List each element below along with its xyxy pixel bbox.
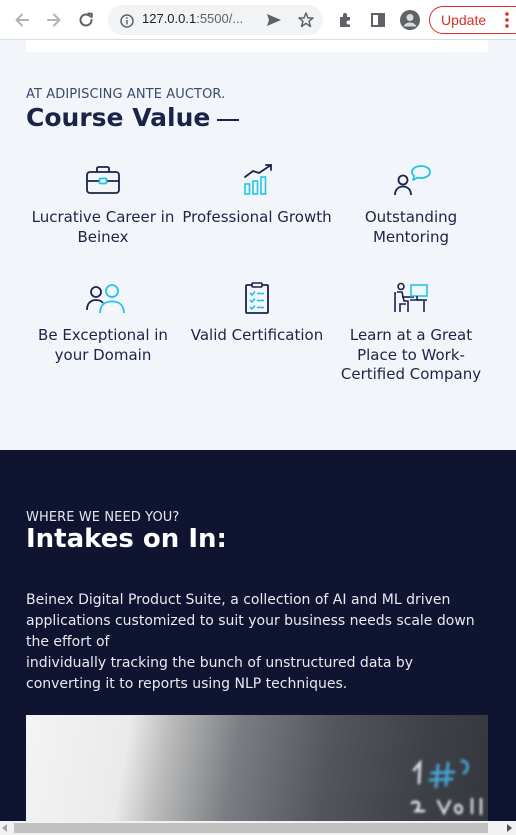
address-bar[interactable]: 127.0.0.1:5500/... xyxy=(108,5,323,35)
info-icon[interactable] xyxy=(120,13,134,28)
browser-toolbar: 127.0.0.1:5500/... Update xyxy=(0,0,516,40)
profile-icon[interactable] xyxy=(398,8,422,32)
clipboard-check-icon xyxy=(239,282,275,314)
workstation-icon xyxy=(393,282,429,314)
mentoring-icon xyxy=(393,164,431,196)
intakes-title: Intakes on In: xyxy=(26,524,227,554)
course-value-section: AT ADIPISCING ANTE AUCTOR. Course Value … xyxy=(0,40,516,450)
star-icon[interactable] xyxy=(294,8,318,32)
value-item-label: Outstanding Mentoring xyxy=(364,208,458,246)
url-text: 127.0.0.1:5500/... xyxy=(142,11,243,26)
horizontal-scrollbar[interactable] xyxy=(0,821,516,835)
title-dash-decoration xyxy=(217,119,239,121)
back-icon[interactable] xyxy=(10,8,34,32)
chalkboard-photo xyxy=(26,715,488,823)
intakes-description: Beinex Digital Product Suite, a collecti… xyxy=(26,590,492,695)
url-host: 127.0.0.1 xyxy=(142,11,197,26)
chalkboard-image xyxy=(410,759,483,816)
scroll-left-arrow-icon[interactable] xyxy=(2,824,7,832)
card-bottom-edge xyxy=(26,40,488,52)
url-path: :5500/... xyxy=(196,11,244,26)
share-icon[interactable] xyxy=(262,8,286,32)
growth-chart-icon xyxy=(239,164,275,196)
people-icon xyxy=(85,282,125,314)
intakes-section: WHERE WE NEED YOU? Intakes on In: Beinex… xyxy=(0,450,516,835)
extensions-icon[interactable] xyxy=(334,8,358,32)
value-item-label: Learn at a Great Place to Work-Certified… xyxy=(340,326,482,383)
reload-icon[interactable] xyxy=(74,8,98,32)
value-item-label: Professional Growth xyxy=(182,208,332,226)
scroll-right-arrow-icon[interactable] xyxy=(507,824,512,832)
intakes-paragraph-1: Beinex Digital Product Suite, a collecti… xyxy=(26,592,475,650)
course-title: Course Value xyxy=(26,103,211,132)
intakes-paragraph-2: individually tracking the bunch of unstr… xyxy=(26,655,414,692)
value-item-label: Valid Certification xyxy=(190,326,324,344)
scrollbar-thumb[interactable] xyxy=(14,823,488,833)
course-eyebrow: AT ADIPISCING ANTE AUCTOR. xyxy=(26,87,226,102)
intakes-eyebrow: WHERE WE NEED YOU? xyxy=(26,510,180,525)
value-item-label: Be Exceptional in your Domain xyxy=(38,326,168,364)
more-icon[interactable] xyxy=(505,11,509,29)
forward-icon[interactable] xyxy=(42,8,66,32)
update-button[interactable]: Update xyxy=(429,6,516,34)
briefcase-icon xyxy=(85,164,121,196)
sidepanel-icon[interactable] xyxy=(366,8,390,32)
value-item-label: Lucrative Career in Beinex xyxy=(31,208,175,246)
update-button-label: Update xyxy=(441,12,487,28)
